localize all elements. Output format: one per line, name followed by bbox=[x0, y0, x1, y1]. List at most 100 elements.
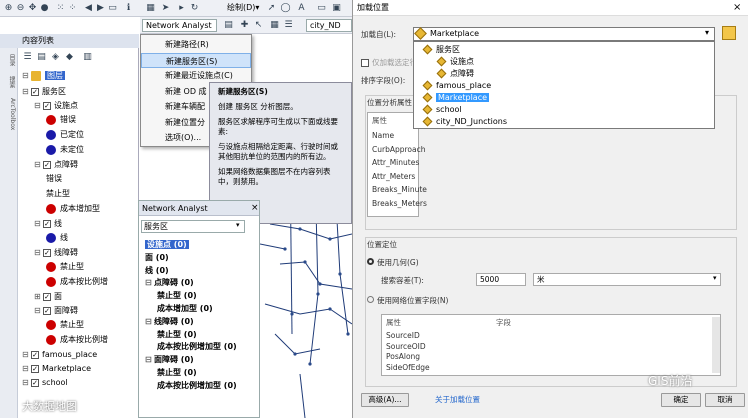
draw-shape-icon[interactable]: ◯ bbox=[280, 3, 291, 14]
menu-item[interactable]: 新建最近设施点(C) bbox=[141, 68, 251, 83]
network-field-row[interactable]: SourceOID bbox=[386, 342, 426, 352]
expander-icon[interactable]: ⊟ bbox=[22, 86, 29, 98]
prop-row[interactable]: Breaks_Minute bbox=[372, 185, 427, 195]
toc-row[interactable]: ⊟ ✓ famous_place bbox=[22, 349, 97, 361]
expander-icon[interactable]: ⊟ bbox=[34, 218, 41, 230]
dropdown-item[interactable]: school bbox=[422, 104, 462, 115]
expander-icon[interactable]: ⊟ bbox=[22, 363, 29, 375]
about-load-locations-link[interactable]: 关于加载位置 bbox=[435, 395, 480, 405]
network-analyst-menu-button[interactable]: Network Analyst ▾ bbox=[142, 19, 217, 41]
expander-icon[interactable]: ⊟ bbox=[34, 305, 41, 317]
expander-icon[interactable]: ⊟ bbox=[34, 247, 41, 259]
select-icon[interactable]: ▭ bbox=[107, 3, 118, 14]
toc-row[interactable]: 成本按比例增 bbox=[46, 334, 108, 346]
fill-icon[interactable]: ▣ bbox=[331, 3, 342, 14]
ok-button[interactable]: 确定 bbox=[661, 393, 701, 407]
cursor-icon[interactable]: ➚ bbox=[266, 3, 277, 14]
scrollbar[interactable] bbox=[712, 317, 720, 373]
na-class-item[interactable]: ⊟ 线障碍 (0) bbox=[145, 316, 194, 328]
checkbox-icon[interactable]: ✓ bbox=[43, 160, 51, 169]
expander-icon[interactable]: ⊟ bbox=[145, 354, 152, 366]
radio-selected-icon[interactable] bbox=[367, 258, 374, 265]
load-from-select[interactable]: Marketplace bbox=[413, 27, 715, 41]
catalog-side-tab[interactable]: 目录 bbox=[2, 54, 16, 66]
network-field-row[interactable]: SideOfEdge bbox=[386, 363, 430, 373]
prop-row[interactable]: Attr_Meters bbox=[372, 172, 415, 182]
toc-row[interactable]: 错误 bbox=[46, 173, 62, 185]
checkbox-icon[interactable]: ✓ bbox=[43, 248, 51, 257]
element-select-icon[interactable]: ▸ bbox=[176, 3, 187, 14]
toc-row[interactable]: 禁止型 bbox=[46, 261, 84, 273]
na-class-item[interactable]: 禁止型 (0) bbox=[157, 290, 197, 302]
draw-menu[interactable]: 绘制(D)▾ bbox=[227, 2, 259, 14]
na-class-item[interactable]: 成本按比例增加型 (0) bbox=[157, 341, 237, 353]
dropdown-item[interactable]: 设施点 bbox=[436, 56, 474, 67]
add-location-icon[interactable]: ✚ bbox=[239, 20, 250, 31]
list-by-drawing-order-icon[interactable]: ☰ bbox=[22, 52, 33, 63]
solve-icon[interactable]: ▦ bbox=[269, 20, 280, 31]
close-icon[interactable]: × bbox=[251, 203, 259, 213]
na-class-item[interactable]: 成本按比例增加型 (0) bbox=[157, 380, 237, 392]
toc-row[interactable]: ⊞ ✓ 面 bbox=[34, 291, 62, 303]
open-folder-icon[interactable] bbox=[722, 26, 736, 40]
na-window-icon[interactable]: ▤ bbox=[223, 20, 234, 31]
globe-icon[interactable]: ● bbox=[39, 3, 50, 14]
network-field-row[interactable]: PosAlong bbox=[386, 352, 420, 362]
toc-row[interactable]: ⊟ ✓ 面障碍 bbox=[34, 305, 78, 317]
na-class-item[interactable]: 成本增加型 (0) bbox=[157, 303, 213, 315]
toc-row[interactable]: 成本按比例增 bbox=[46, 276, 108, 288]
prop-row[interactable]: Name bbox=[372, 131, 394, 141]
dropdown-item[interactable]: 点障碍 bbox=[436, 68, 474, 79]
list-by-selection-icon[interactable]: ◆ bbox=[64, 52, 75, 63]
na-class-item[interactable]: 线 (0) bbox=[145, 265, 169, 277]
layers-root[interactable]: ⊟ 图层 bbox=[22, 70, 65, 82]
identify-icon[interactable]: ℹ bbox=[123, 3, 134, 14]
toc-row[interactable]: ⊟ ✓ 线 bbox=[34, 218, 62, 230]
prop-row[interactable]: CurbApproach bbox=[372, 145, 425, 155]
toc-row[interactable]: ⊟ ✓ Marketplace bbox=[22, 363, 91, 375]
toc-row[interactable]: 已定位 bbox=[46, 129, 84, 141]
na-class-item[interactable]: ⊟ 点障碍 (0) bbox=[145, 277, 194, 289]
na-class-item[interactable]: 禁止型 (0) bbox=[157, 367, 197, 379]
options-icon[interactable]: ▥ bbox=[82, 52, 93, 63]
chevron-down-icon[interactable]: ▾ bbox=[236, 221, 240, 229]
checkbox-icon[interactable]: ✓ bbox=[31, 87, 39, 96]
rectangle-icon[interactable]: ▭ bbox=[316, 3, 327, 14]
menu-item[interactable]: 新建路径(R) bbox=[141, 37, 251, 52]
checkbox-icon[interactable]: ✓ bbox=[31, 378, 39, 387]
toc-row[interactable]: 禁止型 bbox=[46, 319, 84, 331]
expander-icon[interactable]: ⊞ bbox=[34, 291, 41, 303]
cancel-button[interactable]: 取消 bbox=[705, 393, 745, 407]
bookmark-icon[interactable]: ▦ bbox=[145, 3, 156, 14]
toc-row[interactable]: 错误 bbox=[46, 114, 76, 126]
expander-icon[interactable]: ⊟ bbox=[34, 100, 41, 112]
expander-icon[interactable]: ⊟ bbox=[22, 349, 29, 361]
advanced-button[interactable]: 高级(A)... bbox=[361, 393, 409, 407]
dropdown-item[interactable]: 服务区 bbox=[422, 44, 460, 55]
checkbox-icon[interactable]: ✓ bbox=[43, 219, 51, 228]
toc-row[interactable]: ⊟ ✓ 服务区 bbox=[22, 86, 66, 98]
text-icon[interactable]: A bbox=[296, 3, 307, 14]
fixed-zoom-out-icon[interactable]: ⁘ bbox=[67, 3, 78, 14]
checkbox-icon[interactable]: ✓ bbox=[43, 292, 51, 301]
checkbox-icon[interactable]: ✓ bbox=[31, 350, 39, 359]
back-icon[interactable]: ◀ bbox=[83, 3, 94, 14]
fixed-zoom-icon[interactable]: ⁙ bbox=[55, 3, 66, 14]
directions-icon[interactable]: ☰ bbox=[283, 20, 294, 31]
toc-row[interactable]: ⊟ ✓ 设施点 bbox=[34, 100, 78, 112]
use-geometry-radio[interactable]: 使用几何(G) bbox=[367, 258, 419, 268]
search-side-tab[interactable]: 搜索 bbox=[2, 76, 16, 88]
na-class-item[interactable]: 面 (0) bbox=[145, 252, 169, 264]
chevron-down-icon[interactable]: ▾ bbox=[713, 274, 717, 282]
toc-row[interactable]: 成本增加型 bbox=[46, 203, 100, 215]
analysis-layer-combo[interactable]: 服务区 bbox=[141, 220, 245, 233]
collapse-icon[interactable]: ⊟ bbox=[22, 70, 29, 82]
prop-row[interactable]: Breaks_Meters bbox=[372, 199, 427, 209]
checkbox-icon[interactable]: ✓ bbox=[31, 364, 39, 373]
arctoolbox-side-tab[interactable]: ArcToolbox bbox=[2, 98, 16, 130]
toc-row[interactable]: ⊟ ✓ 点障碍 bbox=[34, 159, 78, 171]
tolerance-input[interactable]: 5000 bbox=[476, 273, 526, 286]
list-by-source-icon[interactable]: ▤ bbox=[36, 52, 47, 63]
menu-item[interactable]: 新建服务区(S) bbox=[141, 52, 251, 68]
close-icon[interactable]: × bbox=[733, 2, 741, 13]
